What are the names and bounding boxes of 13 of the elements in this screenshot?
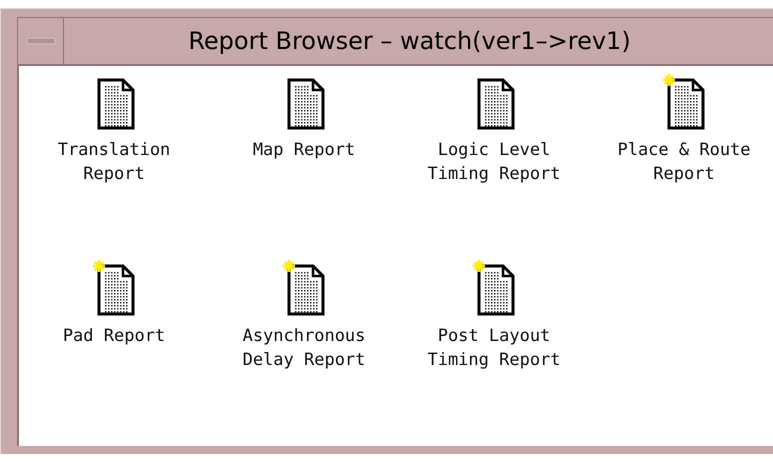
new-document-icon[interactable]: [471, 260, 517, 316]
report-label: Place & Route Report: [617, 139, 751, 186]
minimize-icon: [26, 38, 54, 44]
new-document-icon[interactable]: [91, 260, 137, 316]
report-label: Translation Report: [58, 139, 170, 186]
report-label: Logic Level Timing Report: [427, 139, 561, 186]
window-title: Report Browser – watch(ver1–>rev1): [187, 26, 632, 57]
report-label: Pad Report: [62, 325, 166, 348]
report-label: Map Report: [252, 139, 356, 162]
report-label: Post Layout Timing Report: [427, 325, 561, 372]
report-label: Asynchronous Delay Report: [242, 325, 366, 372]
new-document-icon[interactable]: [281, 260, 327, 316]
new-document-icon[interactable]: [661, 74, 707, 130]
